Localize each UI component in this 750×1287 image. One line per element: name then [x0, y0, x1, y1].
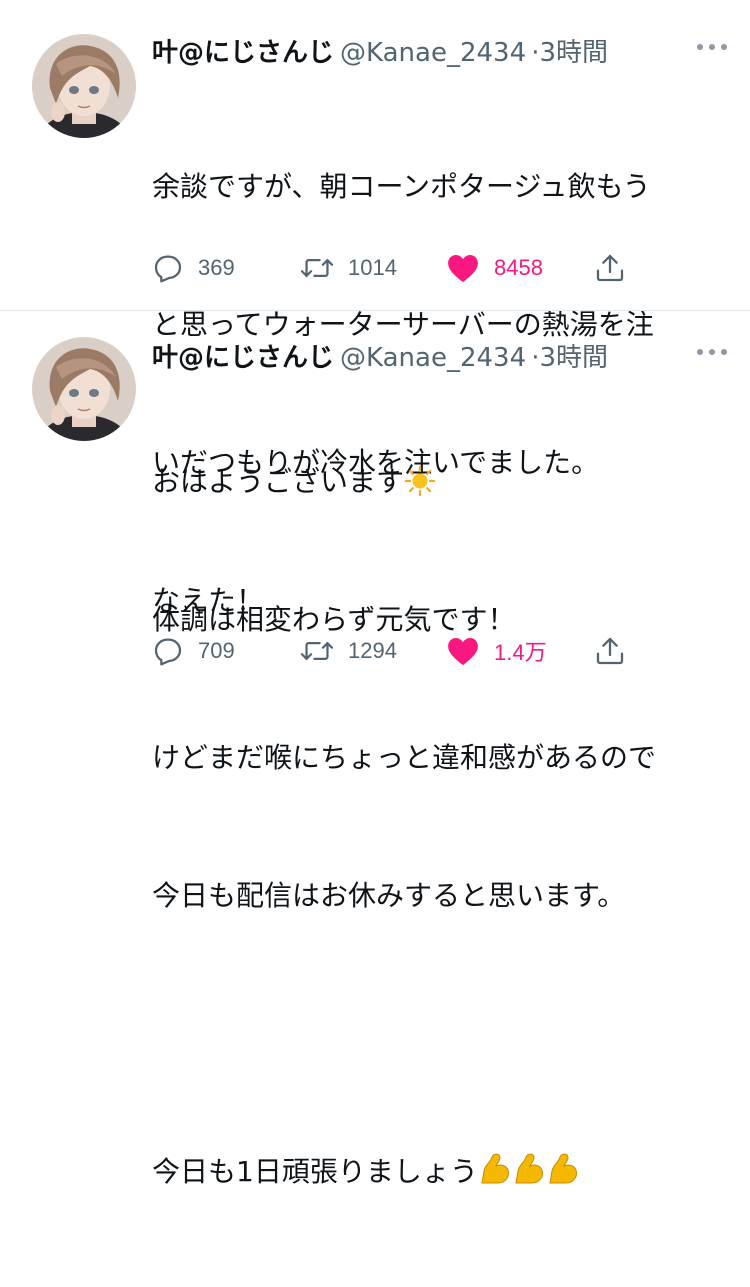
tweet[interactable]: 叶@にじさんじ @Kanae_2434 ·3時間 おはようございます 体調は相変わ… — [0, 311, 750, 1188]
tweet-text-segment: おはようございます — [152, 465, 405, 498]
retweet-button[interactable]: 1014 — [300, 248, 397, 288]
avatar[interactable] — [32, 34, 136, 138]
heart-icon — [448, 637, 478, 666]
like-count: 8458 — [494, 255, 543, 280]
more-dots-icon — [697, 44, 727, 50]
share-icon — [596, 254, 624, 282]
tweet-header: 叶@にじさんじ @Kanae_2434 ·3時間 — [152, 337, 732, 373]
avatar-image — [32, 34, 136, 138]
tweet-actions: 369 1014 8458 — [152, 248, 652, 288]
tweet-header: 叶@にじさんじ @Kanae_2434 ·3時間 — [152, 32, 732, 68]
flexed-biceps-emoji-icon — [478, 1151, 582, 1201]
share-button[interactable] — [594, 631, 626, 671]
tweet-text-line: 今日も1日頑張りましょう — [152, 1149, 732, 1195]
tweet-text-segment: 今日も1日頑張りましょう — [152, 1155, 478, 1188]
author-name[interactable]: 叶@にじさんじ — [152, 38, 334, 68]
avatar-image — [32, 337, 136, 441]
tweet-text-line — [152, 1011, 732, 1057]
retweet-icon — [300, 259, 334, 277]
author-handle[interactable]: @Kanae_2434 — [340, 38, 526, 68]
reply-button[interactable]: 709 — [152, 631, 235, 671]
avatar[interactable] — [32, 337, 136, 441]
tweet-text-line: 余談ですが、朝コーンポタージュ飲もう — [152, 170, 651, 203]
reply-count: 369 — [198, 255, 235, 280]
share-button[interactable] — [594, 248, 626, 288]
timestamp[interactable]: 3時間 — [539, 38, 608, 68]
like-count: 1.4万 — [494, 640, 547, 665]
retweet-button[interactable]: 1294 — [300, 631, 397, 671]
retweet-icon — [300, 642, 334, 660]
reply-button[interactable]: 369 — [152, 248, 235, 288]
tweet-text: おはようございます 体調は相変わらず元気です！ けどまだ喉にちょっと違和感がある… — [152, 367, 732, 1287]
more-dots-icon — [697, 349, 727, 355]
tweet-text-line: けどまだ喉にちょっと違和感があるので — [152, 741, 657, 774]
tweet-actions: 709 1294 1.4万 — [152, 631, 652, 671]
reply-icon — [154, 638, 182, 666]
sun-emoji-icon — [404, 465, 436, 511]
share-icon — [596, 637, 624, 665]
retweet-count: 1294 — [348, 638, 397, 663]
tweet-text-line: 今日も配信はお休みすると思います。 — [152, 879, 626, 912]
like-button[interactable]: 8458 — [446, 248, 543, 288]
tweet-text-line: おはようございます — [152, 459, 732, 505]
more-options-button[interactable] — [694, 36, 730, 58]
reply-icon — [154, 255, 182, 283]
retweet-count: 1014 — [348, 255, 397, 280]
like-button[interactable]: 1.4万 — [446, 631, 547, 671]
heart-icon — [448, 254, 478, 283]
more-options-button[interactable] — [694, 341, 730, 363]
tweet[interactable]: 叶@にじさんじ @Kanae_2434 ·3時間 余談ですが、朝コーンポタージュ飲… — [0, 0, 750, 617]
reply-count: 709 — [198, 638, 235, 663]
